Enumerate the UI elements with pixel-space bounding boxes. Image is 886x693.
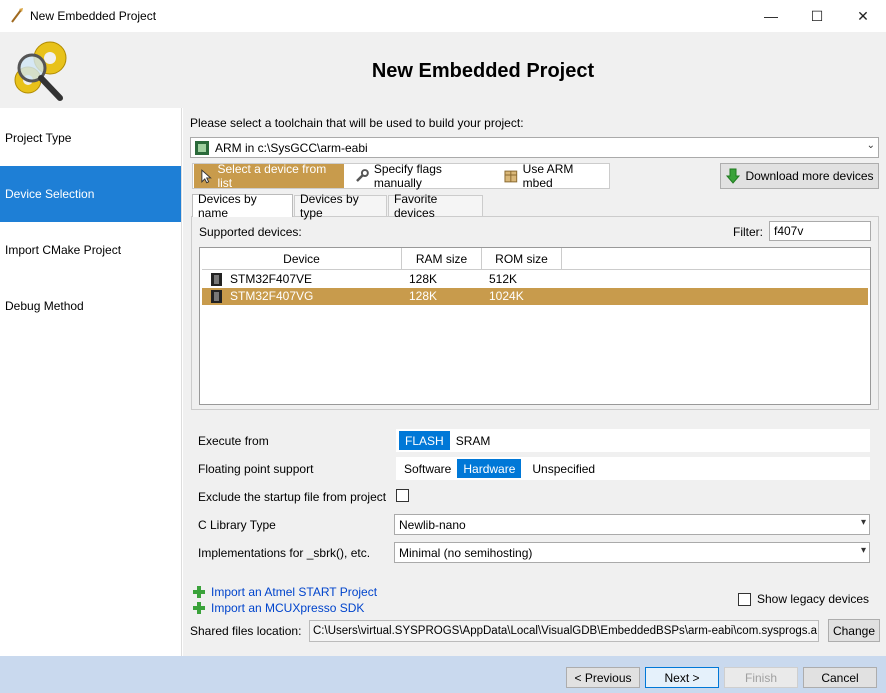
- minimize-button[interactable]: —: [748, 0, 794, 32]
- execute-from-label: Execute from: [198, 434, 269, 448]
- exclude-startup-label: Exclude the startup file from project: [198, 490, 387, 504]
- header-label: ROM size: [495, 251, 548, 266]
- show-legacy-label: Show legacy devices: [757, 592, 870, 606]
- wizard-header: New Embedded Project: [0, 32, 886, 108]
- dropdown-arrow-icon: ▾: [860, 545, 866, 556]
- close-button[interactable]: ✕: [840, 0, 886, 32]
- column-header-rom[interactable]: ROM size: [482, 248, 562, 270]
- specify-flags-label: Specify flags manually: [373, 162, 442, 190]
- device-ram: 128K: [409, 272, 438, 286]
- dropdown-arrow-icon: ▾: [860, 517, 866, 528]
- table-row-selected[interactable]: STM32F407VG 128K 1024K: [202, 288, 868, 305]
- device-list[interactable]: Device RAM size ROM size STM32F407VE 128…: [199, 247, 871, 405]
- maximize-button[interactable]: ☐: [794, 0, 840, 32]
- app-icon: [11, 8, 23, 23]
- column-header-filler: [562, 248, 870, 270]
- plus-icon: [193, 586, 205, 598]
- floating-point-label: Floating point support: [198, 462, 314, 476]
- float-software-option[interactable]: Software: [398, 459, 457, 478]
- execute-from-sram-option[interactable]: SRAM: [450, 431, 497, 450]
- column-header-device[interactable]: Device: [202, 248, 402, 270]
- plus-icon: [193, 602, 205, 614]
- sidebar-item-debug-method[interactable]: Debug Method: [0, 278, 181, 334]
- table-row[interactable]: STM32F407VE 128K 512K: [202, 271, 868, 288]
- device-ram: 128K: [409, 289, 438, 303]
- toolchain-chip-icon: [195, 140, 209, 155]
- wrench-icon: [356, 169, 369, 182]
- float-hardware-option[interactable]: Hardware: [457, 459, 522, 478]
- cursor-pick-icon: [201, 169, 212, 184]
- execute-from-selector: FLASH SRAM: [396, 429, 870, 452]
- sidebar-item-label: Debug Method: [5, 299, 84, 313]
- chip-icon: [211, 273, 222, 286]
- floating-point-selector: Software Hardware Unspecified: [396, 457, 870, 480]
- c-library-select[interactable]: Newlib-nano ▾: [394, 514, 870, 535]
- use-mbed-button[interactable]: Use ARM mbed: [499, 162, 609, 190]
- supported-devices-label: Supported devices:: [199, 225, 302, 239]
- package-icon: [504, 170, 518, 183]
- chevron-down-icon: ⌄: [866, 140, 875, 151]
- window-title: New Embedded Project: [30, 9, 157, 23]
- sidebar-item-label: Project Type: [5, 131, 72, 145]
- implementations-label: Implementations for _sbrk(), etc.: [198, 546, 371, 560]
- import-mcux-link[interactable]: Import an MCUXpresso SDK: [193, 601, 364, 615]
- device-name: STM32F407VG: [230, 289, 314, 303]
- tab-label: Devices by name: [198, 192, 257, 220]
- header-label: RAM size: [415, 251, 468, 266]
- download-more-label: Download more devices: [745, 169, 874, 183]
- float-unspecified-option[interactable]: Unspecified: [526, 459, 601, 478]
- shared-files-path-field[interactable]: C:\Users\virtual.SYSPROGS\AppData\Local\…: [309, 620, 819, 642]
- sidebar-item-label: Device Selection: [5, 187, 95, 201]
- page-heading: New Embedded Project: [371, 60, 595, 82]
- import-atmel-link[interactable]: Import an Atmel START Project: [193, 585, 377, 599]
- toolchain-select[interactable]: ARM in c:\SysGCC\arm-eabi ⌄: [190, 137, 879, 158]
- exclude-startup-checkbox[interactable]: [396, 489, 409, 502]
- cancel-button[interactable]: Cancel: [803, 667, 877, 688]
- use-mbed-label: Use ARM mbed: [522, 162, 574, 190]
- device-rom: 1024K: [489, 289, 524, 303]
- c-library-label: C Library Type: [198, 518, 276, 532]
- tab-favorite-devices[interactable]: Favorite devices: [388, 192, 483, 220]
- shared-files-label: Shared files location:: [190, 624, 302, 638]
- column-header-ram[interactable]: RAM size: [402, 248, 482, 270]
- import-atmel-label: Import an Atmel START Project: [211, 585, 378, 599]
- next-button[interactable]: Next >: [645, 667, 719, 688]
- header-label: Device: [283, 251, 320, 266]
- sidebar-item-label: Import CMake Project: [5, 243, 122, 257]
- chip-icon: [211, 290, 222, 303]
- device-rom: 512K: [489, 272, 518, 286]
- implementations-value: Minimal (no semihosting): [399, 545, 533, 560]
- tab-label: Favorite devices: [394, 192, 438, 220]
- tab-devices-by-name[interactable]: Devices by name: [192, 192, 293, 220]
- device-name: STM32F407VE: [230, 272, 313, 286]
- change-button[interactable]: Change: [828, 619, 880, 642]
- filter-input[interactable]: [769, 221, 871, 241]
- toolchain-value: ARM in c:\SysGCC\arm-eabi: [215, 140, 368, 155]
- c-library-value: Newlib-nano: [399, 517, 466, 532]
- sidebar-item-device-selection[interactable]: Device Selection: [0, 166, 181, 222]
- download-more-devices-button[interactable]: Download more devices: [720, 163, 879, 189]
- toolchain-prompt: Please select a toolchain that will be u…: [190, 116, 524, 130]
- finish-button: Finish: [724, 667, 798, 688]
- tab-label: Devices by type: [300, 192, 359, 220]
- tab-devices-by-type[interactable]: Devices by type: [294, 192, 387, 220]
- import-mcux-label: Import an MCUXpresso SDK: [211, 601, 365, 615]
- wizard-sidebar: Project Type Device Selection Import CMa…: [0, 108, 182, 656]
- download-arrow-icon: [726, 168, 741, 184]
- filter-label: Filter:: [733, 225, 763, 239]
- select-from-list-button[interactable]: Select a device from list: [194, 162, 344, 190]
- implementations-select[interactable]: Minimal (no semihosting) ▾: [394, 542, 870, 563]
- specify-flags-button[interactable]: Specify flags manually: [350, 162, 496, 190]
- execute-from-flash-option[interactable]: FLASH: [399, 431, 450, 450]
- sidebar-item-import-cmake[interactable]: Import CMake Project: [0, 222, 181, 278]
- show-legacy-checkbox[interactable]: [738, 593, 751, 606]
- title-bar: New Embedded Project — ☐ ✕: [0, 0, 886, 32]
- previous-button[interactable]: < Previous: [566, 667, 640, 688]
- sidebar-item-project-type[interactable]: Project Type: [0, 110, 181, 166]
- select-from-list-label: Select a device from list: [217, 162, 327, 190]
